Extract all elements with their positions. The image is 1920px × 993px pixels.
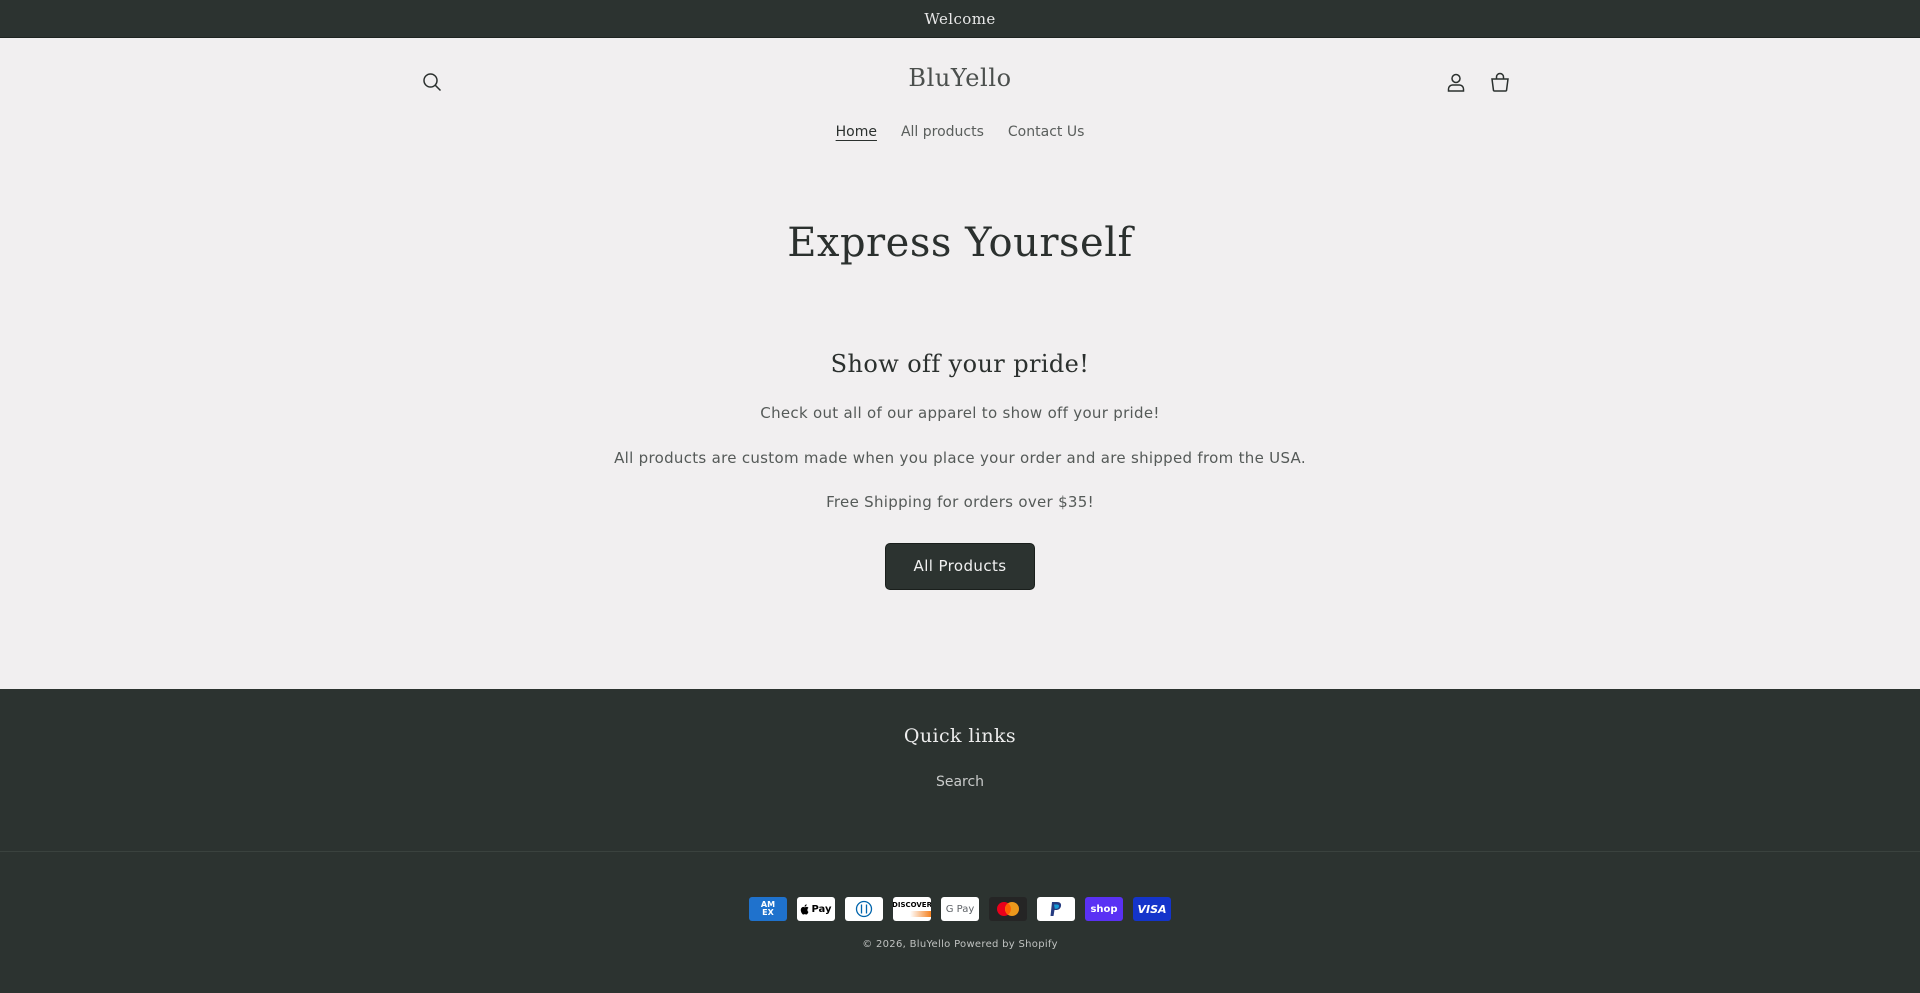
- payment-icons: AM EX Pay DISCOVER G Pay shop VISA: [0, 897, 1920, 921]
- quick-links-title: Quick links: [903, 725, 1017, 747]
- cart-icon: [1491, 72, 1509, 92]
- footer-brand-link[interactable]: BluYello: [910, 939, 951, 950]
- footer-link-search[interactable]: Search: [0, 774, 1920, 790]
- site-logo[interactable]: BluYello: [0, 64, 1920, 92]
- paragraph-3: Free Shipping for orders over $35!: [826, 493, 1094, 511]
- nav-home[interactable]: Home: [836, 124, 877, 140]
- site-header: BluYello Home All products Contact Us: [0, 38, 1920, 158]
- paragraph-2: All products are custom made when you pl…: [614, 449, 1306, 467]
- nav-all-products[interactable]: All products: [901, 124, 984, 140]
- copyright: © 2026, BluYello Powered by Shopify: [0, 939, 1920, 950]
- visa-text: VISA: [1137, 902, 1167, 916]
- rich-text-section: Show off your pride! Check out all of ou…: [0, 350, 1920, 590]
- copyright-text: © 2026,: [862, 939, 907, 950]
- shop-pay-text: shop: [1090, 903, 1118, 915]
- discover-band: [893, 911, 931, 917]
- discover-text: DISCOVER: [893, 901, 931, 909]
- cart-button[interactable]: [1486, 68, 1514, 96]
- user-icon: [1447, 73, 1465, 92]
- footer-divider: [0, 851, 1920, 852]
- google-pay-text: G Pay: [945, 903, 975, 915]
- powered-by-link[interactable]: Powered by Shopify: [954, 939, 1058, 950]
- google-pay-icon: G Pay: [941, 897, 979, 921]
- announcement-bar: Welcome: [0, 0, 1920, 38]
- apple-logo-icon: [801, 903, 809, 915]
- amex-icon: AM EX: [749, 897, 787, 921]
- apple-pay-text: Pay: [811, 903, 832, 915]
- paypal-logo-icon: [1050, 902, 1062, 916]
- diners-logo-icon: [855, 900, 873, 918]
- paypal-icon: [1037, 897, 1075, 921]
- nav-contact-us[interactable]: Contact Us: [1008, 124, 1084, 140]
- announcement-text: Welcome: [924, 9, 996, 28]
- diners-club-icon: [845, 897, 883, 921]
- shop-pay-icon: shop: [1085, 897, 1123, 921]
- amex-icon-bottom: EX: [762, 908, 774, 917]
- visa-icon: VISA: [1133, 897, 1171, 921]
- apple-pay-icon: Pay: [797, 897, 835, 921]
- mastercard-logo-icon: [997, 902, 1019, 916]
- section-heading: Show off your pride!: [830, 350, 1090, 378]
- account-button[interactable]: [1442, 68, 1470, 96]
- paragraph-1: Check out all of our apparel to show off…: [760, 404, 1160, 422]
- main-nav: Home All products Contact Us: [0, 124, 1920, 140]
- hero-section: Express Yourself: [0, 158, 1920, 266]
- hero-title: Express Yourself: [787, 220, 1133, 266]
- site-footer: Quick links Search AM EX Pay DISCOVER G …: [0, 689, 1920, 993]
- mastercard-icon: [989, 897, 1027, 921]
- discover-icon: DISCOVER: [893, 897, 931, 921]
- all-products-button[interactable]: All Products: [885, 543, 1035, 590]
